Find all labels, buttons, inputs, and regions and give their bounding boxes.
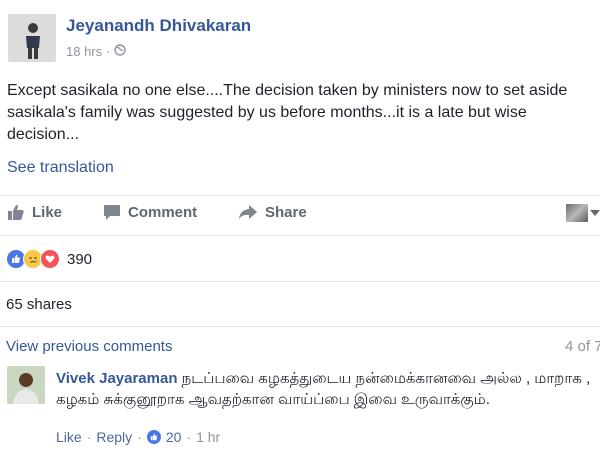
footer-separator: · — [137, 429, 142, 445]
comment-footer: Like · Reply · 20 · 1 hr — [56, 429, 220, 445]
commenter-avatar[interactable] — [7, 366, 45, 404]
comment-reply-link[interactable]: Reply — [96, 429, 132, 445]
see-translation-link[interactable]: See translation — [7, 159, 114, 177]
comment-author-name[interactable]: Vivek Jayaraman — [56, 370, 178, 387]
post-text: Except sasikala no one else....The decis… — [7, 82, 568, 143]
post-time[interactable]: 18 hrs — [66, 44, 102, 59]
divider — [0, 195, 600, 196]
footer-separator: · — [186, 429, 192, 445]
author-avatar[interactable] — [8, 14, 56, 62]
share-button[interactable]: Share — [238, 204, 307, 221]
post-author-name[interactable]: Jeyanandh Dhivakaran — [66, 16, 251, 36]
like-button[interactable]: Like — [7, 204, 62, 221]
like-label: Like — [32, 204, 63, 221]
post-actions: Like Comment Share — [0, 204, 600, 228]
footer-separator: · — [86, 429, 92, 445]
share-label: Share — [265, 204, 307, 221]
thumbs-up-icon — [7, 204, 25, 221]
share-arrow-icon — [238, 204, 258, 221]
comment-page-count: 4 of 7 — [565, 338, 600, 355]
globe-icon — [114, 44, 127, 59]
like-badge-icon — [146, 430, 161, 444]
comment-like-count[interactable]: 20 — [166, 429, 182, 445]
comment-button[interactable]: Comment — [103, 204, 197, 221]
comment-icon — [103, 204, 121, 221]
divider — [0, 281, 600, 282]
post-meta: 18 hrs · — [66, 44, 127, 59]
reaction-count: 390 — [67, 250, 93, 268]
meta-separator: · — [106, 44, 111, 59]
chevron-down-icon — [590, 210, 600, 216]
divider — [0, 326, 600, 327]
shares-count-link[interactable]: 65 shares — [6, 296, 72, 313]
comment-label: Comment — [128, 204, 198, 221]
audience-selector[interactable] — [566, 204, 600, 222]
comment: Vivek Jayaraman நடப்பவை கழகத்துடைய நன்மை… — [56, 368, 596, 410]
comment-like-link[interactable]: Like — [56, 429, 82, 445]
viewer-avatar — [566, 204, 588, 222]
view-previous-comments-link[interactable]: View previous comments — [6, 338, 172, 355]
reactions-summary[interactable]: 390 — [6, 249, 92, 269]
divider — [0, 235, 600, 236]
love-reaction-icon — [40, 249, 60, 269]
comment-time[interactable]: 1 hr — [196, 429, 220, 445]
